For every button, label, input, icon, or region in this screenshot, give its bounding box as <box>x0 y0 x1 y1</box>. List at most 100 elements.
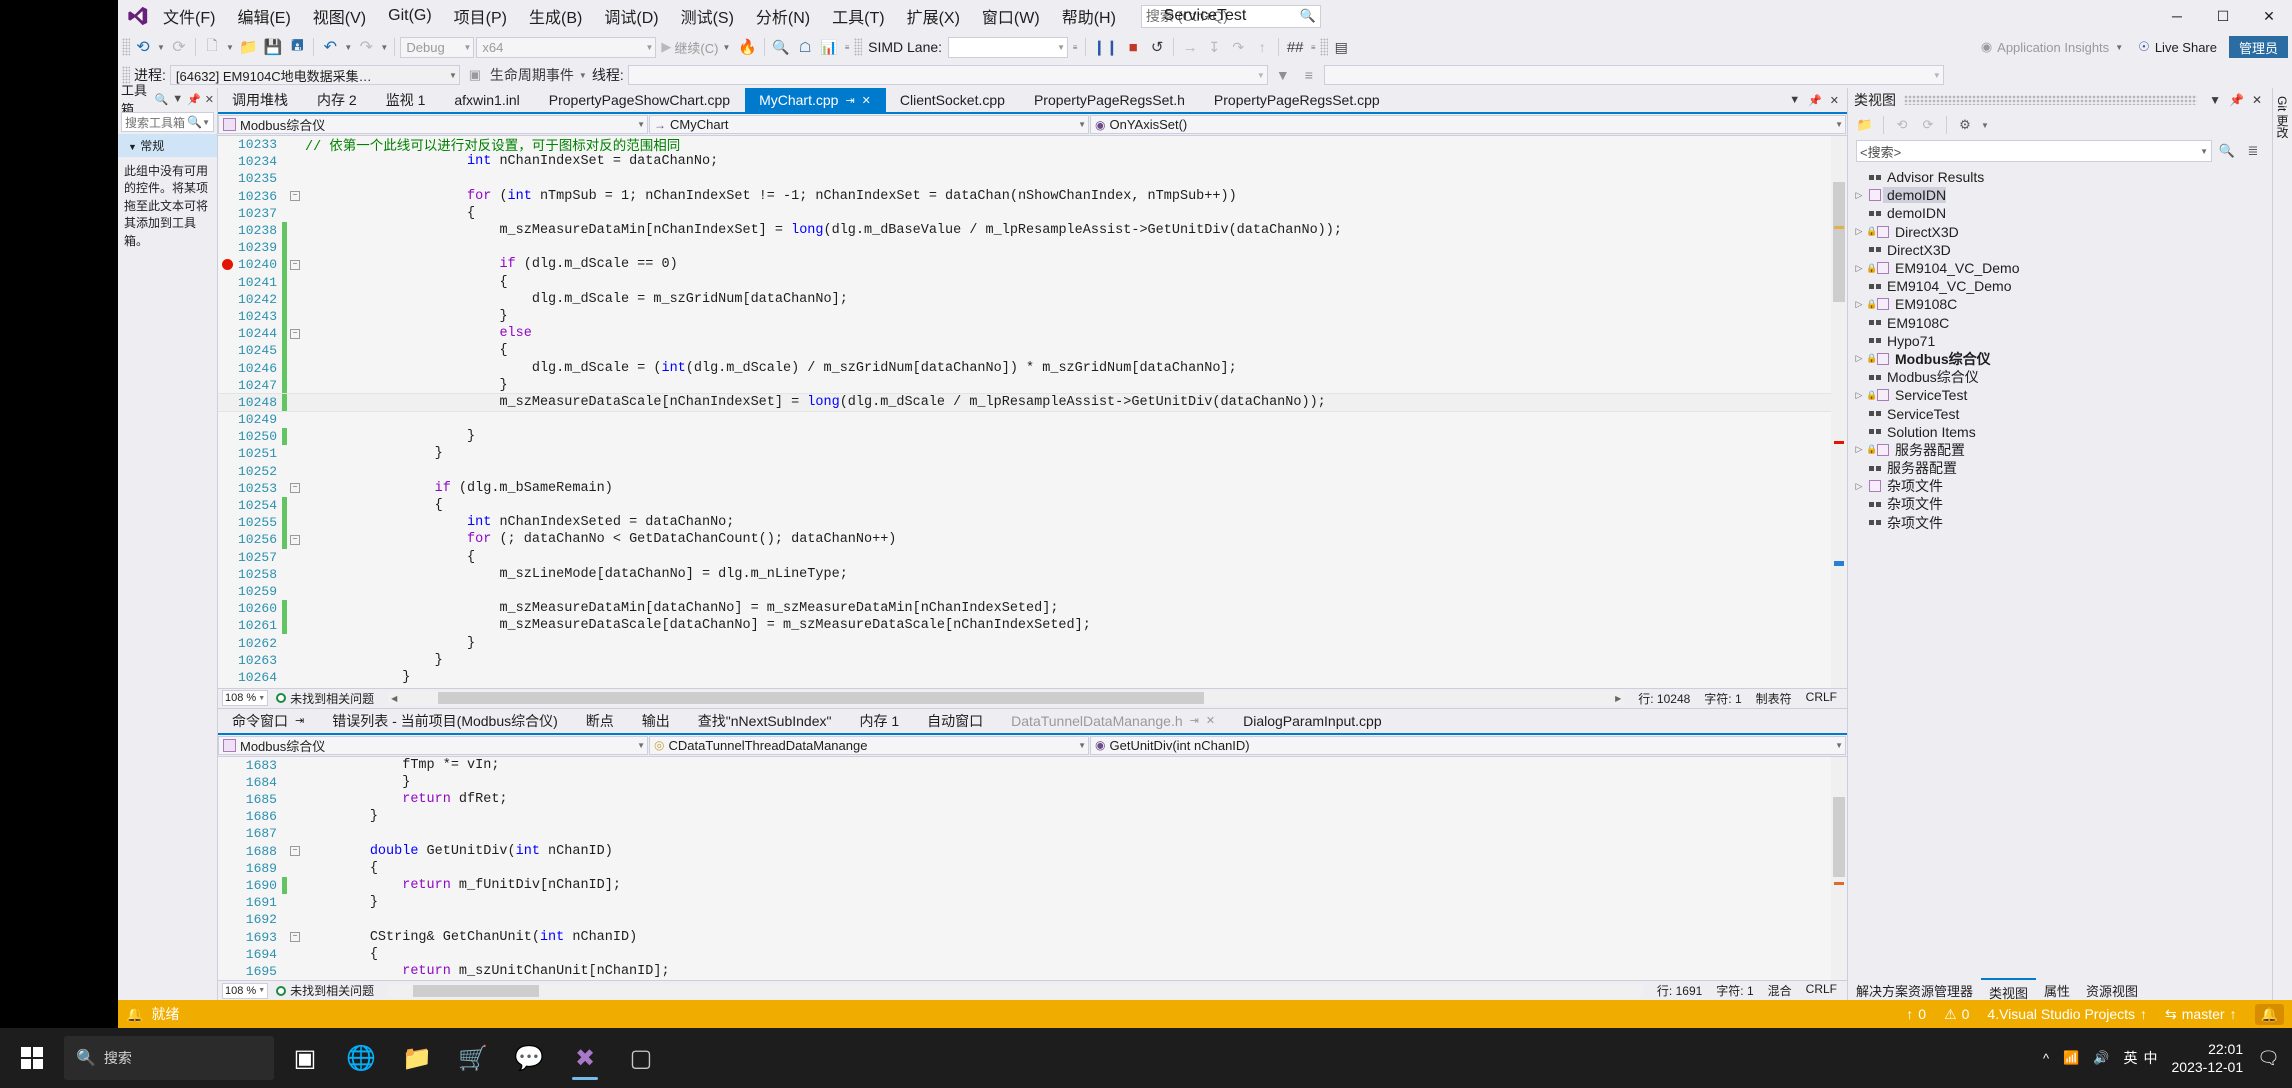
code-line[interactable]: 10246 dlg.m_dScale = (int(dlg.m_dScale) … <box>218 359 1847 377</box>
scrollbar-thumb[interactable] <box>1833 796 1845 877</box>
bottom-navbar-class-dropdown[interactable]: ◎ CDataTunnelThreadDataManange ▼ <box>649 735 1089 755</box>
open-file-icon[interactable]: 📁 <box>237 36 260 58</box>
toolbar-overflow-icon[interactable]: ≡ <box>1308 43 1318 52</box>
bottom-tab-mode-label[interactable]: 混合 <box>1768 982 1792 999</box>
pin-icon[interactable]: ⇥ <box>1190 714 1199 727</box>
status-errors[interactable]: ↑ 0 <box>1906 1006 1926 1022</box>
expand-arrow-icon[interactable]: ▷ <box>1852 390 1866 401</box>
code-line[interactable]: 1689 { <box>218 860 1847 877</box>
tab-afxwin1-inl[interactable]: afxwin1.inl <box>440 88 534 112</box>
class-view-node[interactable]: Advisor Results <box>1848 168 2272 186</box>
code-line[interactable]: 1693− CString& GetChanUnit(int nChanID) <box>218 928 1847 945</box>
menu-git[interactable]: Git(G) <box>377 3 443 29</box>
collapse-icon[interactable]: − <box>287 191 303 202</box>
ime-indicator[interactable]: 英 中 <box>2124 1048 2158 1068</box>
toolbar-grip[interactable] <box>1320 38 1329 56</box>
chevron-down-icon[interactable]: ▼ <box>1789 94 1800 106</box>
task-view-icon[interactable]: ▣ <box>280 1034 330 1082</box>
chevron-down-icon[interactable]: ▼ <box>172 93 183 106</box>
restart-icon[interactable]: ↺ <box>1146 36 1168 58</box>
close-icon[interactable]: ✕ <box>205 93 214 106</box>
quick-search-input[interactable]: 搜索 (Ctrl+Q) 🔍 <box>1140 4 1321 28</box>
code-line[interactable]: 10245 { <box>218 342 1847 360</box>
bottom-tab-output[interactable]: 输出 <box>628 709 684 733</box>
code-line[interactable]: 10247 } <box>218 376 1847 394</box>
navigate-forward-icon[interactable]: ⟳ <box>168 36 190 58</box>
class-view-node[interactable]: Solution Items <box>1848 423 2272 441</box>
class-view-node[interactable]: ▷ 🔒 EM9108C <box>1848 295 2272 313</box>
step-upward-icon[interactable]: ↑ <box>1251 36 1273 58</box>
chat-icon[interactable]: 💬 <box>504 1034 554 1082</box>
navbar-project-dropdown[interactable]: Modbus综合仪 ▼ <box>218 115 648 134</box>
editor-horizontal-scrollbar[interactable]: ◀ ▶ <box>388 691 1625 706</box>
pin-icon[interactable]: ⇥ <box>295 714 304 727</box>
tab-memory-2[interactable]: 内存 2 <box>303 88 372 112</box>
volume-icon[interactable]: 🔊 <box>2093 1050 2109 1066</box>
editor-vertical-scrollbar[interactable] <box>1831 136 1847 688</box>
bottom-tab-dialogparaminput-cpp[interactable]: DialogParamInput.cpp <box>1229 709 1396 733</box>
maximize-button[interactable]: ☐ <box>2200 0 2246 32</box>
breakpoint-icon[interactable] <box>218 259 236 271</box>
bottom-tab-find-results[interactable]: 查找"nNextSubIndex" <box>684 709 846 733</box>
class-view-node[interactable]: 杂项文件 <box>1848 495 2272 513</box>
code-line[interactable]: 10264 } <box>218 669 1847 686</box>
footer-tab-resource-view[interactable]: 资源视图 <box>2078 978 2146 1000</box>
code-line[interactable]: 10251 } <box>218 445 1847 462</box>
class-view-node[interactable]: ▷ 🔒 服务器配置 <box>1848 441 2272 459</box>
code-line[interactable]: 10236− for (int nTmpSub = 1; nChanIndexS… <box>218 188 1847 205</box>
code-line[interactable]: 1692 <box>218 911 1847 928</box>
redo-dropdown-icon[interactable]: ▼ <box>379 43 389 52</box>
bottom-navbar-member-dropdown[interactable]: ◉ GetUnitDiv(int nChanID) ▼ <box>1090 735 1846 755</box>
toolbar-grip[interactable] <box>122 66 130 84</box>
lifecycle-dropdown-icon[interactable]: ▼ <box>578 71 588 80</box>
menu-project[interactable]: 项目(P) <box>443 0 518 32</box>
minimize-button[interactable]: ─ <box>2154 0 2200 32</box>
code-line[interactable]: 10259 <box>218 583 1847 600</box>
editor-eol-label[interactable]: CRLF <box>1806 690 1837 707</box>
menu-debug[interactable]: 调试(D) <box>593 0 669 32</box>
menu-test[interactable]: 测试(S) <box>670 0 745 32</box>
solution-configuration-dropdown[interactable]: Debug ▼ <box>400 36 475 58</box>
navigate-back-icon[interactable]: ⟲ <box>1891 115 1913 135</box>
code-line[interactable]: 10241 { <box>218 273 1847 291</box>
code-line[interactable]: 10263 } <box>218 652 1847 669</box>
microsoft-store-icon[interactable]: 🛒 <box>448 1034 498 1082</box>
class-view-node[interactable]: 杂项文件 <box>1848 514 2272 532</box>
code-line[interactable]: 1691 } <box>218 894 1847 911</box>
status-bell-icon[interactable]: 🔔 <box>126 1006 143 1023</box>
navigate-back-icon[interactable]: ⟲ <box>132 36 154 58</box>
network-icon[interactable]: 📶 <box>2063 1050 2079 1066</box>
step-out-icon[interactable]: ↷ <box>1227 36 1249 58</box>
class-view-node[interactable]: ▷ 🔒 Modbus综合仪 <box>1848 350 2272 368</box>
expand-arrow-icon[interactable]: ▷ <box>1852 226 1866 237</box>
new-folder-icon[interactable]: 📁 <box>1854 115 1876 135</box>
expand-arrow-icon[interactable]: ▷ <box>1852 444 1866 455</box>
code-line[interactable]: 10262 } <box>218 634 1847 651</box>
code-line[interactable]: 10238 m_szMeasureDataMin[nChanIndexSet] … <box>218 221 1847 240</box>
menu-analyze[interactable]: 分析(N) <box>745 0 821 32</box>
feedback-button[interactable]: 管理员 <box>2228 36 2288 58</box>
class-view-node[interactable]: ▷ 🔒 DirectX3D <box>1848 223 2272 241</box>
solution-platform-dropdown[interactable]: x64 ▼ <box>476 36 657 58</box>
diagnostics-icon[interactable]: 📊 <box>818 36 840 58</box>
toolbox-search-input[interactable]: 搜索工具箱 🔍 ▼ <box>121 112 214 132</box>
class-view-node[interactable]: ▷ 🔒 EM9104_VC_Demo <box>1848 259 2272 277</box>
close-icon[interactable]: ✕ <box>1830 94 1839 107</box>
collapse-icon[interactable]: − <box>287 259 303 270</box>
bottom-navbar-project-dropdown[interactable]: Modbus综合仪 ▼ <box>218 735 648 755</box>
status-solution[interactable]: 4.Visual Studio Projects ↑ <box>1987 1006 2147 1022</box>
class-view-node[interactable]: Modbus综合仪 <box>1848 368 2272 386</box>
app-insights-button[interactable]: ◉ Application Insights ▼ <box>1979 36 2126 58</box>
code-line[interactable]: 10234 int nChanIndexSet = dataChanNo; <box>218 153 1847 170</box>
step-into-icon[interactable]: ↧ <box>1203 36 1225 58</box>
close-icon[interactable]: ✕ <box>1206 714 1215 727</box>
hex-display-icon[interactable]: ## <box>1284 36 1306 58</box>
code-line[interactable]: 10239 <box>218 239 1847 257</box>
tab-propertypageregsset-h[interactable]: PropertyPageRegsSet.h <box>1020 88 1200 112</box>
chevron-down-icon[interactable]: ▼ <box>1980 121 1990 130</box>
toolbar-overflow-icon[interactable]: ≡ <box>842 43 852 52</box>
toolbar-grip[interactable] <box>122 38 130 56</box>
code-line[interactable]: 10237 { <box>218 205 1847 222</box>
tab-propertypageshowchart-cpp[interactable]: PropertyPageShowChart.cpp <box>535 88 745 112</box>
class-view-tree[interactable]: Advisor Results ▷ demoIDN demoIDN ▷ 🔒 DirectX3… <box>1848 166 2272 978</box>
